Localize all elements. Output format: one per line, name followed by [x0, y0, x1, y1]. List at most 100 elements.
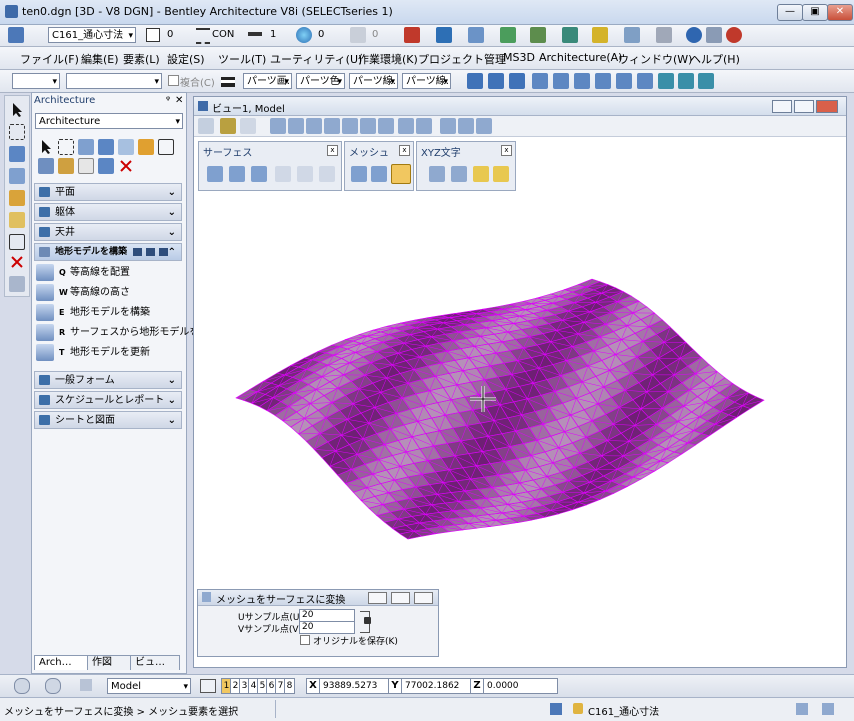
view-previous-icon[interactable]	[398, 118, 414, 134]
v-samples-input[interactable]: 20	[299, 621, 355, 634]
section-general-form[interactable]: 一般フォーム⌄	[34, 371, 182, 389]
select-tool-icon[interactable]	[38, 139, 54, 155]
maximize-button[interactable]: ▣	[802, 4, 828, 21]
section-plan[interactable]: 平面⌄	[34, 183, 182, 201]
surface-analyze-icon[interactable]	[319, 166, 335, 182]
part-linestyle-combo[interactable]: パーツ線...	[349, 73, 398, 89]
section-sheet-drawing[interactable]: シートと図面⌄	[34, 411, 182, 429]
lock-status-icon[interactable]	[573, 703, 583, 714]
tab-view[interactable]: ビュ…	[130, 655, 180, 670]
element-selection-icon[interactable]	[8, 27, 24, 43]
forward-icon[interactable]	[45, 678, 61, 694]
camera-icon[interactable]	[458, 118, 474, 134]
pan-view-icon[interactable]	[378, 118, 394, 134]
rotate-view-icon[interactable]	[360, 118, 376, 134]
auxiliary-icon[interactable]	[9, 276, 25, 292]
xyz-toolbox-close[interactable]: x	[501, 145, 512, 156]
furniture-icon[interactable]	[678, 73, 694, 89]
dialog-minimize-button[interactable]	[368, 592, 387, 604]
minimize-button[interactable]: —	[777, 4, 803, 21]
surface-modify-icon[interactable]	[251, 166, 267, 182]
surface-toolbox-close[interactable]: x	[327, 145, 338, 156]
delete-tool-icon[interactable]	[118, 158, 134, 174]
roof-icon[interactable]	[637, 73, 653, 89]
text-tool-icon[interactable]	[78, 158, 94, 174]
menu-edit[interactable]: 編集(E)	[81, 51, 119, 67]
grouping-tool-icon[interactable]	[138, 139, 154, 155]
menu-tools[interactable]: ツール(T)	[218, 51, 266, 67]
door-icon[interactable]	[553, 73, 569, 89]
window-icon[interactable]	[574, 73, 590, 89]
menu-element[interactable]: 要素(L)	[123, 51, 160, 67]
slab-icon[interactable]	[509, 73, 525, 89]
y-coord-field[interactable]: 77002.1862	[401, 678, 476, 694]
mesh-toolbox-close[interactable]: x	[399, 145, 410, 156]
delete-x-icon[interactable]	[9, 254, 25, 270]
view-tool-icon[interactable]	[118, 139, 134, 155]
modify-icon[interactable]	[9, 168, 25, 184]
snap-icon[interactable]	[624, 27, 640, 43]
text-style-combo[interactable]: C161_通心寸法	[48, 27, 136, 43]
xyz-import-icon[interactable]	[429, 166, 445, 182]
manipulate-icon[interactable]	[9, 146, 25, 162]
part-color-combo[interactable]: パーツ色	[296, 73, 345, 89]
equipment-icon[interactable]	[698, 73, 714, 89]
transparency-value[interactable]: 0	[372, 29, 378, 40]
update-view-icon[interactable]	[270, 118, 286, 134]
edit-tool-icon[interactable]	[98, 139, 114, 155]
tab-architecture[interactable]: Arch…	[34, 655, 88, 670]
view-close-button[interactable]	[816, 100, 838, 113]
z-coord-field[interactable]: 0.0000	[483, 678, 558, 694]
references-icon[interactable]	[468, 27, 484, 43]
info-icon[interactable]	[686, 27, 702, 43]
annotation-tool-icon[interactable]	[58, 158, 74, 174]
surface-revolve-icon[interactable]	[229, 166, 245, 182]
part-pattern-combo[interactable]: パーツ画...	[243, 73, 292, 89]
auxiliary-tool-icon[interactable]	[38, 158, 54, 174]
section-schedule-report[interactable]: スケジュールとレポート⌄	[34, 391, 182, 409]
mesh-modify-icon[interactable]	[371, 166, 387, 182]
menu-file[interactable]: ファイル(F)	[20, 51, 79, 67]
tab-drawing[interactable]: 作図	[87, 655, 131, 670]
view-minimize-button[interactable]	[772, 100, 792, 113]
bookmark-icon[interactable]	[80, 679, 92, 691]
grid-icon[interactable]	[706, 27, 722, 43]
dialog-restore-button[interactable]	[391, 592, 410, 604]
back-icon[interactable]	[14, 678, 30, 694]
menu-window[interactable]: ウィンドウ(W)	[618, 51, 692, 67]
lightbulb-icon[interactable]	[9, 212, 25, 228]
place-tool-icon[interactable]	[78, 139, 94, 155]
no-entry-icon[interactable]	[726, 27, 742, 43]
x-coord-field[interactable]: 93889.5273	[319, 678, 394, 694]
settings-icon[interactable]	[656, 27, 672, 43]
railing-icon[interactable]	[616, 73, 632, 89]
family-combo[interactable]	[12, 73, 60, 89]
surface-fillet-icon[interactable]	[297, 166, 313, 182]
color-swatch-icon[interactable]	[146, 28, 160, 42]
zoom-out-icon[interactable]	[306, 118, 322, 134]
weight-value[interactable]: 1	[270, 29, 276, 40]
section-structure[interactable]: 躯体⌄	[34, 203, 182, 221]
groups-icon[interactable]	[9, 190, 25, 206]
select-arrow-icon[interactable]	[9, 102, 25, 118]
view-next-icon[interactable]	[416, 118, 432, 134]
wall-icon[interactable]	[488, 73, 504, 89]
fence-tool-icon[interactable]	[58, 139, 74, 155]
linestyle-icon[interactable]	[196, 28, 210, 44]
menu-utilities[interactable]: ユーティリティ(U)	[270, 51, 362, 67]
walk-icon[interactable]	[476, 118, 492, 134]
linestyle-value[interactable]: CON	[212, 29, 234, 40]
dialog-close-button[interactable]	[414, 592, 433, 604]
view-groups-icon[interactable]	[200, 679, 216, 693]
part-lineweight-combo[interactable]: パーツ線...	[402, 73, 451, 89]
menu-ms3d[interactable]: MS3D	[503, 51, 535, 64]
model-icon[interactable]	[530, 27, 546, 43]
transparency-icon[interactable]	[350, 27, 366, 43]
lock-icon[interactable]	[364, 617, 371, 624]
fit-view-icon[interactable]	[342, 118, 358, 134]
line-weight-icon[interactable]	[221, 77, 235, 83]
keep-original-checkbox[interactable]	[300, 635, 310, 645]
xyz-folder-save-icon[interactable]	[493, 166, 509, 182]
mesh-select-icon[interactable]	[351, 166, 367, 182]
icon-view-list[interactable]	[146, 248, 155, 256]
